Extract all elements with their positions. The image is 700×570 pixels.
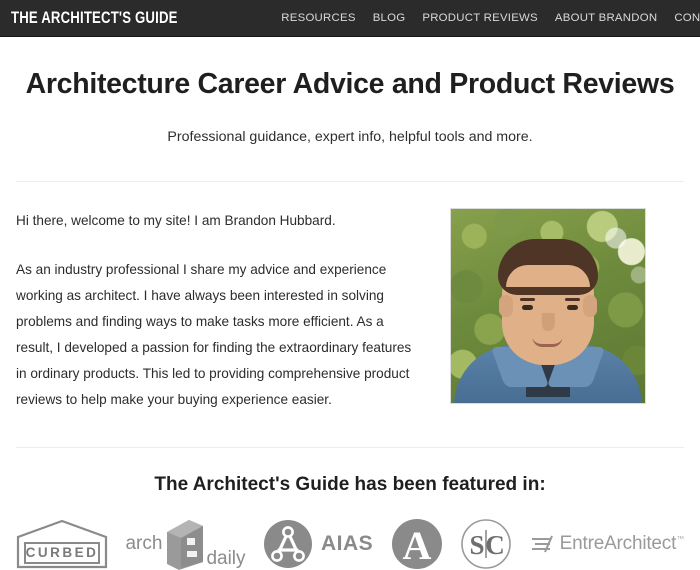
photo-brow-left (520, 298, 535, 301)
archinect-a-icon: A (391, 519, 442, 569)
svg-text:C: C (485, 530, 505, 560)
photo-eye-left (522, 305, 533, 310)
hero-section: Architecture Career Advice and Product R… (0, 37, 700, 145)
photo-brow-right (565, 298, 580, 301)
featured-title: The Architect's Guide has been featured … (154, 474, 546, 495)
site-logo[interactable]: THE ARCHITECT'S GUIDE (11, 9, 178, 28)
divider-bottom (16, 447, 684, 448)
photo-nose (541, 313, 555, 331)
hero-subtitle: Professional guidance, expert info, help… (167, 129, 533, 145)
intro-paragraph-2: As an industry professional I share my a… (16, 262, 412, 407)
nav-item-blog[interactable]: BLOG (373, 12, 406, 24)
svg-text:A: A (402, 523, 431, 568)
page-title: Architecture Career Advice and Product R… (25, 68, 675, 100)
entrearchitect-label: EntreArchitect™ (559, 533, 685, 555)
entrearchitect-logo[interactable]: EntreArchitect™ (530, 531, 684, 557)
archinect-logo[interactable]: A (391, 518, 443, 570)
aias-logo[interactable]: AIAS (263, 519, 373, 569)
site-header: THE ARCHITECT'S GUIDE RESOURCES BLOG PRO… (0, 0, 700, 37)
intro-paragraph-1: Hi there, welcome to my site! I am Brand… (16, 213, 336, 228)
sc-circle-icon: S C (461, 519, 511, 569)
photo-ear-left (499, 295, 513, 317)
photo-ear-right (583, 295, 597, 317)
entrearchitect-trademark: ™ (676, 534, 684, 544)
main-navigation: RESOURCES BLOG PRODUCT REVIEWS ABOUT BRA… (281, 12, 700, 24)
sc-logo[interactable]: S C (460, 518, 512, 570)
archdaily-building-icon (167, 520, 204, 570)
intro-text: Hi there, welcome to my site! I am Brand… (16, 208, 414, 413)
author-photo (450, 208, 646, 404)
nav-item-about-brandon[interactable]: ABOUT BRANDON (555, 12, 657, 24)
curbed-logo[interactable]: CURBED (16, 519, 108, 569)
curbed-label: CURBED (25, 545, 99, 560)
svg-text:S: S (470, 530, 485, 560)
aias-label: AIAS (321, 532, 374, 555)
intro-section: Hi there, welcome to my site! I am Brand… (0, 182, 700, 413)
photo-hair (498, 239, 598, 295)
nav-item-contact[interactable]: CONTACT (674, 12, 700, 24)
archdaily-logo[interactable]: arch daily (125, 518, 246, 570)
archdaily-label-arch: arch (125, 533, 163, 554)
aias-tripod-icon (264, 520, 313, 568)
curbed-house-icon (16, 519, 108, 569)
photo-eye-right (567, 305, 578, 310)
nav-item-product-reviews[interactable]: PRODUCT REVIEWS (422, 12, 538, 24)
entrearchitect-name: EntreArchitect (559, 533, 677, 554)
entrearchitect-bars-icon (531, 535, 553, 553)
nav-item-resources[interactable]: RESOURCES (281, 12, 355, 24)
featured-logo-row: CURBED arch daily AIAS A S C EntreArchit… (0, 496, 700, 570)
